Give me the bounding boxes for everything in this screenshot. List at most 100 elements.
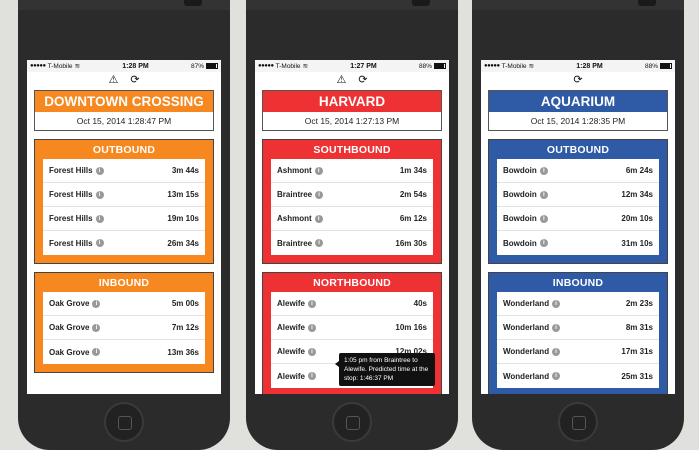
wifi-icon: ≋ [74,63,81,70]
arrival-row[interactable]: Oak Grove i 13m 36s [43,340,205,364]
info-icon[interactable]: i [539,239,548,247]
phone-harvard: ●●●●● T-Mobile ≋ 1:27 PM 88% ⚠ ⟳ HARVARD O… [246,0,458,450]
info-icon[interactable]: i [95,239,104,247]
arrival-time: 19m 10s [167,214,199,223]
info-icon[interactable]: i [314,166,323,175]
arrival-row[interactable]: Oak Grove i 5m 00s [43,292,205,316]
arrival-row[interactable]: Alewife i 40s [271,292,433,316]
destination-label: Oak Grove [49,347,90,357]
arrival-row[interactable]: Oak Grove i 7m 12s [43,316,205,340]
phone-side-button [184,0,202,6]
arrival-row[interactable]: Alewife i 10m 16s [271,316,433,340]
home-button[interactable] [332,402,372,442]
arrival-row[interactable]: Ashmont i 6m 12s [271,207,433,231]
destination-label: Alewife [277,299,306,308]
refresh-icon[interactable]: ⟳ [573,74,582,86]
battery-label: 88% [644,62,658,70]
signal-dots-icon: ●●●●● [484,63,500,69]
status-bar: ●●●●● T-Mobile ≋ 1:28 PM 87% [27,60,221,72]
destination-label: Braintree [277,238,313,248]
info-icon[interactable]: i [315,190,324,199]
info-icon[interactable]: i [539,166,548,175]
direction-inbound: INBOUND Oak Grove i 5m 00s Oak Grove i 7m 12… [34,272,214,373]
info-icon[interactable]: i [92,348,101,356]
home-button[interactable] [104,402,144,442]
arrival-time: 25m 31s [621,371,653,381]
phone-screen: ●●●●● T-Mobile ≋ 1:27 PM 88% ⚠ ⟳ HARVARD O… [255,60,449,394]
refresh-icon[interactable]: ⟳ [130,74,139,86]
info-icon[interactable]: i [308,372,317,380]
arrival-time: 2m 54s [399,190,427,199]
info-icon[interactable]: i [92,323,101,332]
destination-label: Bowdoin [503,238,537,248]
arrival-time: 1m 34s [399,166,427,175]
info-icon[interactable]: i [308,299,317,308]
info-icon[interactable]: i [539,190,548,199]
arrival-row[interactable]: Wonderland i 17m 31s [497,340,659,364]
status-time: 1:28 PM [122,62,149,70]
home-button[interactable] [558,402,598,442]
destination-label: Wonderland [503,371,550,381]
arrival-time: 7m 12s [171,323,199,332]
arrival-row[interactable]: Bowdoin i 6m 24s [497,159,659,183]
info-icon[interactable]: i [95,190,104,199]
destination-label: Bowdoin [503,190,537,199]
destination-label: Wonderland [503,323,550,332]
info-icon[interactable]: i [552,347,561,356]
destination-label: Braintree [277,190,313,199]
arrival-time: 26m 34s [167,238,199,248]
info-icon[interactable]: i [314,214,323,223]
info-icon[interactable]: i [308,323,317,332]
direction-title: SOUTHBOUND [313,144,391,156]
station-timestamp: Oct 15, 2014 1:27:13 PM [304,116,400,126]
station-header: HARVARD Oct 15, 2014 1:27:13 PM [262,90,442,131]
info-icon[interactable]: i [95,214,104,223]
battery-icon [660,63,672,69]
arrival-row[interactable]: Wonderland i 2m 23s [497,292,659,316]
arrival-row[interactable]: Wonderland i 8m 31s [497,316,659,340]
status-bar: ●●●●● T-Mobile ≋ 1:27 PM 88% [255,60,449,72]
destination-label: Oak Grove [49,323,90,332]
arrival-row[interactable]: Forest Hills i 19m 10s [43,207,205,231]
info-icon[interactable]: i [315,239,324,247]
arrival-time: 20m 10s [621,214,653,223]
info-icon[interactable]: i [552,372,561,380]
destination-label: Alewife [277,347,306,356]
toolbar: ⚠ ⟳ [27,72,221,88]
station-name: HARVARD [263,91,441,112]
info-icon[interactable]: i [95,166,104,175]
info-tooltip: 1:05 pm from Braintree to Alewife. Predi… [335,353,435,386]
battery-icon [434,63,446,69]
info-icon[interactable]: i [552,323,561,332]
info-icon[interactable]: i [92,299,101,308]
arrival-time: 16m 30s [395,238,427,248]
info-icon[interactable]: i [308,347,317,356]
arrival-row[interactable]: Braintree i 16m 30s [271,231,433,255]
arrival-row[interactable]: Wonderland i 25m 31s [497,364,659,388]
toolbar: ⟳ [481,72,675,88]
arrival-row[interactable]: Ashmont i 1m 34s [271,159,433,183]
warning-triangle-icon[interactable]: ⚠ [336,74,346,86]
warning-triangle-icon[interactable]: ⚠ [108,74,118,86]
arrival-row[interactable]: Forest Hills i 13m 15s [43,183,205,207]
refresh-icon[interactable]: ⟳ [358,74,367,86]
arrival-row[interactable]: Forest Hills i 3m 44s [43,159,205,183]
arrival-row[interactable]: Braintree i 2m 54s [271,183,433,207]
info-icon[interactable]: i [539,214,548,223]
phone-aquarium: ●●●●● T-Mobile ≋ 1:28 PM 88% ⟳ AQUARIUM Oc… [472,0,684,450]
station-timestamp: Oct 15, 2014 1:28:47 PM [76,116,172,126]
station-header: AQUARIUM Oct 15, 2014 1:28:35 PM [488,90,668,131]
destination-label: Alewife [277,371,306,381]
destination-label: Forest Hills [49,190,93,199]
arrival-row[interactable]: Bowdoin i 31m 10s [497,231,659,255]
direction-title: NORTHBOUND [313,277,391,289]
battery-label: 87% [190,62,204,70]
arrival-row[interactable]: Bowdoin i 20m 10s [497,207,659,231]
wifi-icon: ≋ [302,63,309,70]
info-icon[interactable]: i [552,299,561,308]
arrival-row[interactable]: Bowdoin i 12m 34s [497,183,659,207]
direction-outbound: OUTBOUND Forest Hills i 3m 44s Forest Hill… [34,139,214,264]
arrival-time: 2m 23s [625,299,653,308]
arrival-row[interactable]: Forest Hills i 26m 34s [43,231,205,255]
arrival-list: Bowdoin i 6m 24s Bowdoin i 12m 34s Bowdoin i 2… [497,159,659,255]
